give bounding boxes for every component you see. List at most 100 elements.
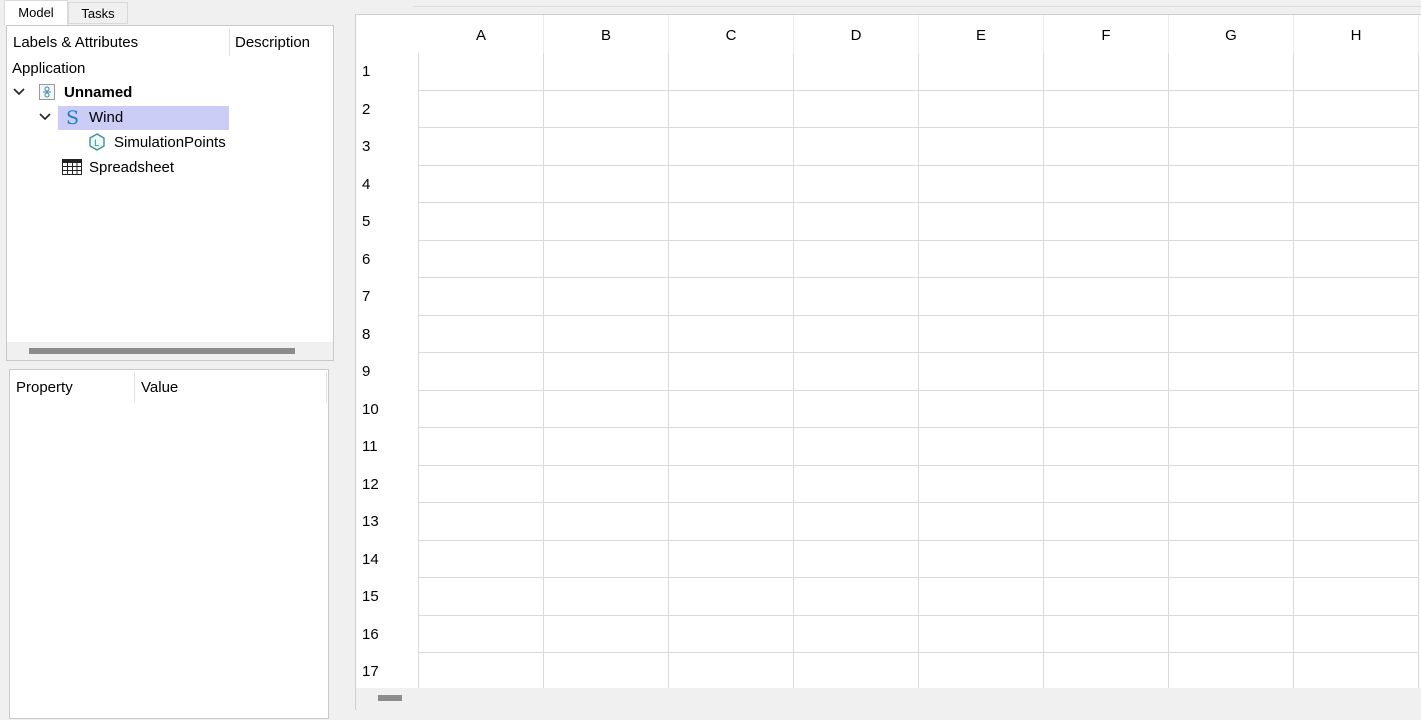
- column-header-a[interactable]: A: [419, 15, 544, 53]
- description-column-header[interactable]: Description: [235, 34, 310, 51]
- cell-c13[interactable]: [669, 503, 794, 541]
- tab-model[interactable]: Model: [4, 0, 68, 26]
- cell-a2[interactable]: [419, 90, 544, 128]
- cell-d17[interactable]: [794, 653, 919, 691]
- cell-e12[interactable]: [919, 465, 1044, 503]
- cell-a12[interactable]: [419, 465, 544, 503]
- row-header-1[interactable]: 1: [356, 53, 419, 91]
- cell-a14[interactable]: [419, 540, 544, 578]
- cell-b9[interactable]: [544, 353, 669, 391]
- row-header-16[interactable]: 16: [356, 616, 419, 654]
- cell-g13[interactable]: [1169, 503, 1294, 541]
- cell-b7[interactable]: [544, 278, 669, 316]
- cell-h13[interactable]: [1294, 503, 1419, 541]
- cell-b15[interactable]: [544, 578, 669, 616]
- cell-e13[interactable]: [919, 503, 1044, 541]
- cell-e8[interactable]: [919, 315, 1044, 353]
- cell-d13[interactable]: [794, 503, 919, 541]
- chevron-down-icon[interactable]: [37, 109, 53, 125]
- cell-d4[interactable]: [794, 165, 919, 203]
- cell-h17[interactable]: [1294, 653, 1419, 691]
- cell-a17[interactable]: [419, 653, 544, 691]
- cell-e16[interactable]: [919, 615, 1044, 653]
- cell-c16[interactable]: [669, 615, 794, 653]
- cell-c3[interactable]: [669, 128, 794, 166]
- cell-f7[interactable]: [1044, 278, 1169, 316]
- cell-f12[interactable]: [1044, 465, 1169, 503]
- select-all-corner[interactable]: [356, 15, 419, 53]
- cell-c5[interactable]: [669, 203, 794, 241]
- row-header-12[interactable]: 12: [356, 466, 419, 504]
- cell-g17[interactable]: [1169, 653, 1294, 691]
- cell-f4[interactable]: [1044, 165, 1169, 203]
- tree-horizontal-scrollbar[interactable]: [7, 342, 333, 360]
- cell-e10[interactable]: [919, 390, 1044, 428]
- cell-b12[interactable]: [544, 465, 669, 503]
- cell-h10[interactable]: [1294, 390, 1419, 428]
- cell-g5[interactable]: [1169, 203, 1294, 241]
- cell-g10[interactable]: [1169, 390, 1294, 428]
- cell-a13[interactable]: [419, 503, 544, 541]
- cell-a6[interactable]: [419, 240, 544, 278]
- cell-h14[interactable]: [1294, 540, 1419, 578]
- cell-g2[interactable]: [1169, 90, 1294, 128]
- cell-h6[interactable]: [1294, 240, 1419, 278]
- cell-d14[interactable]: [794, 540, 919, 578]
- cell-b11[interactable]: [544, 428, 669, 466]
- cell-h5[interactable]: [1294, 203, 1419, 241]
- cell-c2[interactable]: [669, 90, 794, 128]
- cell-a4[interactable]: [419, 165, 544, 203]
- row-header-17[interactable]: 17: [356, 653, 419, 691]
- cell-f8[interactable]: [1044, 315, 1169, 353]
- cell-a11[interactable]: [419, 428, 544, 466]
- cell-f13[interactable]: [1044, 503, 1169, 541]
- cell-g15[interactable]: [1169, 578, 1294, 616]
- cell-e9[interactable]: [919, 353, 1044, 391]
- cell-f14[interactable]: [1044, 540, 1169, 578]
- cell-c10[interactable]: [669, 390, 794, 428]
- column-divider[interactable]: [229, 28, 230, 56]
- chevron-down-icon[interactable]: [11, 84, 27, 100]
- cell-c1[interactable]: [669, 53, 794, 91]
- cell-c8[interactable]: [669, 315, 794, 353]
- tree-item-unnamed[interactable]: Unnamed: [7, 80, 307, 105]
- cell-d11[interactable]: [794, 428, 919, 466]
- cell-g11[interactable]: [1169, 428, 1294, 466]
- cell-e5[interactable]: [919, 203, 1044, 241]
- cell-d5[interactable]: [794, 203, 919, 241]
- labels-attributes-column-header[interactable]: Labels & Attributes: [13, 34, 138, 51]
- cell-a1[interactable]: [419, 53, 544, 91]
- cell-b17[interactable]: [544, 653, 669, 691]
- cell-b16[interactable]: [544, 615, 669, 653]
- cell-g3[interactable]: [1169, 128, 1294, 166]
- cell-g16[interactable]: [1169, 615, 1294, 653]
- cell-h16[interactable]: [1294, 615, 1419, 653]
- cell-b5[interactable]: [544, 203, 669, 241]
- cell-h8[interactable]: [1294, 315, 1419, 353]
- cell-f5[interactable]: [1044, 203, 1169, 241]
- column-header-g[interactable]: G: [1169, 15, 1294, 53]
- cell-g6[interactable]: [1169, 240, 1294, 278]
- cell-e6[interactable]: [919, 240, 1044, 278]
- cell-a16[interactable]: [419, 615, 544, 653]
- row-header-7[interactable]: 7: [356, 278, 419, 316]
- cell-e15[interactable]: [919, 578, 1044, 616]
- cell-f16[interactable]: [1044, 615, 1169, 653]
- sheet-horizontal-scrollbar[interactable]: [356, 688, 1421, 710]
- property-column-header[interactable]: Property: [16, 379, 73, 396]
- cell-h9[interactable]: [1294, 353, 1419, 391]
- column-header-f[interactable]: F: [1044, 15, 1169, 53]
- tree-item-wind[interactable]: S Wind: [7, 105, 307, 130]
- cell-e11[interactable]: [919, 428, 1044, 466]
- column-header-d[interactable]: D: [794, 15, 919, 53]
- row-header-13[interactable]: 13: [356, 503, 419, 541]
- row-header-11[interactable]: 11: [356, 428, 419, 466]
- row-header-8[interactable]: 8: [356, 316, 419, 354]
- cell-g7[interactable]: [1169, 278, 1294, 316]
- cell-f3[interactable]: [1044, 128, 1169, 166]
- column-header-h[interactable]: H: [1294, 15, 1419, 53]
- cell-d1[interactable]: [794, 53, 919, 91]
- cell-b2[interactable]: [544, 90, 669, 128]
- tree-item-spreadsheet[interactable]: Spreadsheet: [7, 155, 307, 180]
- cell-b10[interactable]: [544, 390, 669, 428]
